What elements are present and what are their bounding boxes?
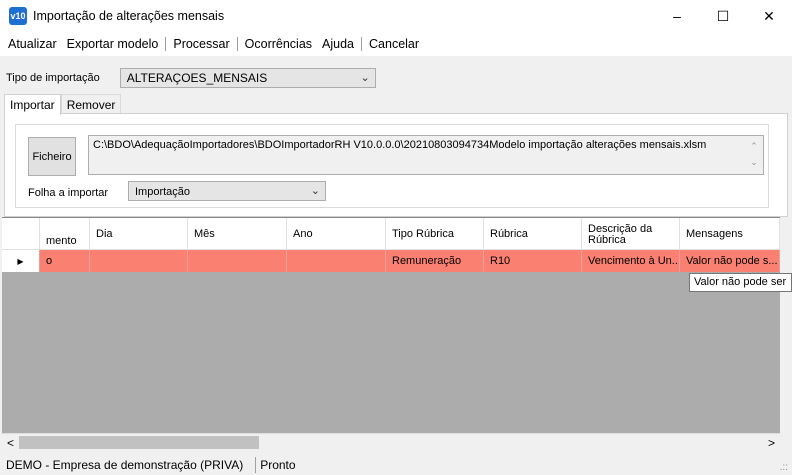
table-row[interactable]: ▶ o Remuneração R10 Vencimento à Un... V… [2, 250, 780, 272]
grid-header: mento Dia Mês Ano Tipo Rúbrica Rúbrica D… [2, 218, 780, 250]
column-header[interactable]: Rúbrica [484, 218, 582, 250]
column-header[interactable]: Ano [287, 218, 386, 250]
minimize-button[interactable]: – [654, 0, 700, 32]
tipo-importacao-value: ALTERAÇOES_MENSAIS [126, 71, 268, 85]
column-header[interactable]: Tipo Rúbrica [386, 218, 484, 250]
row-header-corner [2, 218, 40, 250]
table-cell[interactable]: Vencimento à Un... [582, 250, 680, 272]
status-state: Pronto [260, 458, 296, 472]
scroll-left-icon[interactable]: < [2, 434, 19, 451]
menu-separator [236, 37, 238, 51]
table-cell[interactable]: o [40, 250, 90, 272]
close-button[interactable]: ✕ [746, 0, 792, 32]
folha-label: Folha a importar [28, 187, 109, 199]
table-cell[interactable] [287, 250, 386, 272]
menu-bar: Atualizar Exportar modelo Processar Ocor… [0, 32, 792, 56]
menu-atualizar[interactable]: Atualizar [6, 37, 59, 51]
table-cell[interactable] [188, 250, 287, 272]
status-separator [255, 457, 257, 473]
menu-separator [361, 37, 363, 51]
row-indicator: ▶ [2, 250, 40, 272]
column-header[interactable]: Mensagens [680, 218, 780, 250]
table-cell[interactable] [90, 250, 188, 272]
tab-remover[interactable]: Remover [60, 94, 122, 114]
data-grid: mento Dia Mês Ano Tipo Rúbrica Rúbrica D… [2, 217, 780, 433]
column-header[interactable]: Dia [90, 218, 188, 250]
menu-separator [165, 37, 167, 51]
table-cell[interactable]: Valor não pode s... [680, 250, 780, 272]
ficheiro-button[interactable]: Ficheiro [28, 137, 76, 176]
chevron-down-icon: ⌄ [360, 72, 370, 84]
resize-grip-icon[interactable]: .:: [780, 462, 788, 473]
window-title: Importação de alterações mensais [33, 9, 225, 23]
tab-strip: Importar Remover [4, 94, 122, 115]
folha-select[interactable]: Importação ⌄ [128, 181, 326, 201]
menu-cancelar[interactable]: Cancelar [367, 37, 421, 51]
cell-tooltip: Valor não pode ser [689, 273, 792, 292]
table-cell[interactable]: Remuneração [386, 250, 484, 272]
scroll-down-icon[interactable]: ⌄ [747, 154, 761, 170]
scroll-thumb[interactable] [19, 436, 259, 449]
chevron-down-icon: ⌄ [310, 185, 320, 197]
menu-processar[interactable]: Processar [171, 37, 231, 51]
tab-panel-importar: Ficheiro C:\BDO\AdequaçãoImportadores\BD… [4, 113, 788, 217]
table-cell[interactable]: R10 [484, 250, 582, 272]
file-path-text: C:\BDO\AdequaçãoImportadores\BDOImportad… [93, 139, 707, 151]
scroll-up-icon[interactable]: ⌃ [747, 138, 761, 154]
menu-ocorrencias[interactable]: Ocorrências [243, 37, 314, 51]
menu-ajuda[interactable]: Ajuda [320, 37, 356, 51]
status-bar: DEMO - Empresa de demonstração (PRIVA) P… [0, 455, 792, 475]
folha-value: Importação [135, 186, 191, 198]
status-company: DEMO - Empresa de demonstração (PRIVA) [6, 458, 244, 472]
file-group: Ficheiro C:\BDO\AdequaçãoImportadores\BD… [15, 124, 769, 208]
tipo-importacao-select[interactable]: ALTERAÇOES_MENSAIS ⌄ [119, 68, 376, 88]
file-path-field[interactable]: C:\BDO\AdequaçãoImportadores\BDOImportad… [88, 135, 764, 175]
column-header[interactable]: mento [40, 218, 90, 250]
column-header[interactable]: Mês [188, 218, 287, 250]
app-icon: v10 [9, 7, 27, 25]
tipo-importacao-label: Tipo de importação [6, 72, 100, 84]
menu-exportar-modelo[interactable]: Exportar modelo [65, 37, 161, 51]
horizontal-scrollbar[interactable]: < > [2, 433, 780, 450]
tab-importar[interactable]: Importar [4, 94, 61, 115]
title-bar: v10 Importação de alterações mensais – ☐… [0, 0, 792, 32]
column-header[interactable]: Descrição da Rúbrica [582, 218, 680, 250]
path-scrollbar[interactable]: ⌃ ⌄ [747, 138, 761, 172]
maximize-button[interactable]: ☐ [700, 0, 746, 32]
scroll-right-icon[interactable]: > [763, 434, 780, 451]
